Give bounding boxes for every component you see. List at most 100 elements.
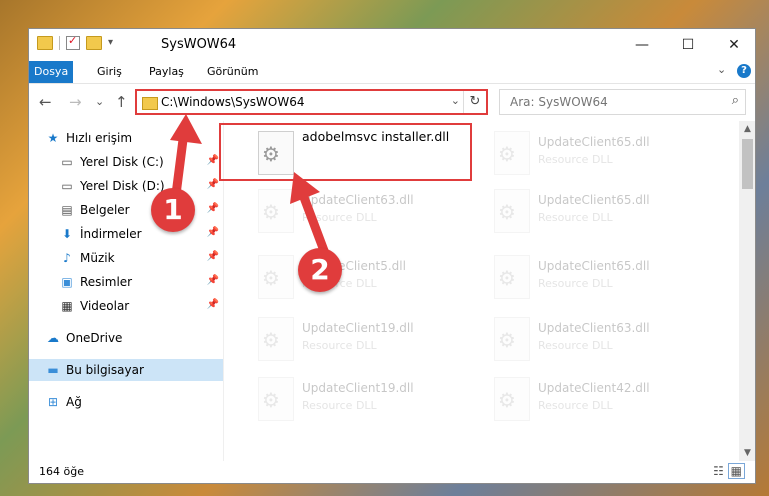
file-name: UpdateClient65.dll — [538, 193, 650, 207]
music-icon: ♪ — [63, 251, 71, 265]
file-name: UpdateClient63.dll — [538, 321, 650, 335]
gear-icon: ⚙ — [498, 142, 516, 166]
gear-icon: ⚙ — [262, 200, 280, 224]
recent-locations-button[interactable]: ⌄ — [95, 95, 104, 108]
gear-icon: ⚙ — [498, 200, 516, 224]
close-button[interactable]: ✕ — [711, 29, 755, 61]
dll-file-icon: ⚙ — [494, 377, 530, 421]
forward-button[interactable]: → — [69, 93, 82, 111]
scrollbar-thumb[interactable] — [742, 139, 753, 189]
tab-share[interactable]: Paylaş — [139, 61, 194, 83]
sidebar-item-label: Hızlı erişim — [66, 131, 133, 145]
sidebar-item-label: Bu bilgisayar — [66, 363, 144, 377]
sidebar-item-this-pc[interactable]: ▬ Bu bilgisayar — [29, 359, 223, 381]
file-type: Resource DLL — [538, 277, 613, 290]
up-button[interactable]: ↑ — [115, 93, 128, 111]
ribbon-expand-icon[interactable]: ⌄ — [717, 63, 726, 76]
scroll-down-icon[interactable]: ▼ — [739, 445, 755, 461]
help-icon[interactable]: ? — [737, 64, 751, 78]
sidebar-item-label: Videolar — [80, 299, 130, 313]
download-icon: ⬇ — [61, 227, 73, 241]
file-item[interactable]: ⚙ UpdateClient42.dll Resource DLL — [486, 371, 706, 423]
step-2-badge: 2 — [298, 248, 342, 292]
navigation-bar: ← → ⌄ ↑ C:\Windows\SysWOW64 ⌄ ↻ ⌕ — [29, 85, 755, 119]
customize-toolbar-icon[interactable]: ▾ — [108, 37, 122, 49]
details-view-icon[interactable]: ☷ — [713, 464, 724, 478]
chevron-down-icon[interactable]: ⌄ — [451, 94, 460, 107]
pin-icon[interactable]: 📌 — [207, 227, 219, 238]
ribbon: Dosya Giriş Paylaş Görünüm ⌄ ? — [29, 61, 755, 84]
dll-file-icon: ⚙ — [258, 317, 294, 361]
file-item[interactable]: ⚙ UpdateClient65.dll Resource DLL — [486, 125, 706, 177]
new-folder-icon[interactable] — [86, 36, 102, 50]
step-1-badge: 1 — [151, 188, 195, 232]
pin-icon[interactable]: 📌 — [207, 275, 219, 286]
dll-file-icon: ⚙ — [494, 189, 530, 233]
gear-icon: ⚙ — [262, 388, 280, 412]
file-type: Resource DLL — [538, 399, 613, 412]
file-name: UpdateClient65.dll — [538, 259, 650, 273]
address-path[interactable]: C:\Windows\SysWOW64 — [161, 95, 305, 109]
document-icon: ▤ — [61, 203, 73, 217]
pin-icon[interactable]: 📌 — [207, 251, 219, 262]
sidebar-item-label: Resimler — [80, 275, 133, 289]
tab-file[interactable]: Dosya — [29, 61, 73, 83]
sidebar-item-label: Belgeler — [80, 203, 130, 217]
sidebar-item-onedrive[interactable]: ☁ OneDrive — [29, 327, 223, 349]
vertical-scrollbar[interactable]: ▲ ▼ — [739, 121, 755, 461]
back-button[interactable]: ← — [39, 93, 52, 111]
file-item[interactable]: ⚙ UpdateClient19.dll Resource DLL — [250, 371, 470, 423]
sidebar-item-music[interactable]: ♪ Müzik 📌 — [29, 247, 223, 269]
sidebar-item-label: Ağ — [66, 395, 82, 409]
dll-file-icon: ⚙ — [494, 317, 530, 361]
search-icon: ⌕ — [731, 93, 739, 108]
star-icon: ★ — [47, 131, 59, 145]
tab-home[interactable]: Giriş — [87, 61, 132, 83]
folder-icon — [37, 36, 53, 50]
file-item[interactable]: ⚙ UpdateClient63.dll Resource DLL — [250, 183, 470, 235]
window-title: SysWOW64 — [161, 37, 237, 52]
sidebar-item-downloads[interactable]: ⬇ İndirmeler 📌 — [29, 223, 223, 245]
minimize-button[interactable]: — — [619, 29, 665, 61]
explorer-window: ▾ SysWOW64 — ☐ ✕ Dosya Giriş Paylaş Görü… — [28, 28, 756, 484]
search-box[interactable]: ⌕ — [499, 89, 746, 115]
pictures-icon: ▣ — [61, 275, 73, 289]
search-input[interactable] — [508, 90, 712, 114]
file-item[interactable]: ⚙ UpdateClient63.dll Resource DLL — [486, 311, 706, 363]
file-name: UpdateClient65.dll — [538, 135, 650, 149]
scroll-up-icon[interactable]: ▲ — [739, 121, 755, 137]
quick-access-toolbar: ▾ — [37, 34, 122, 50]
large-icons-view-icon[interactable]: ▦ — [727, 463, 745, 479]
gear-icon: ⚙ — [262, 328, 280, 352]
maximize-button[interactable]: ☐ — [665, 29, 711, 61]
file-name: UpdateClient19.dll — [302, 321, 414, 335]
sidebar-item-videos[interactable]: ▦ Videolar 📌 — [29, 295, 223, 317]
sidebar-item-network[interactable]: ⊞ Ağ — [29, 391, 223, 413]
file-type: Resource DLL — [538, 153, 613, 166]
dll-file-icon: ⚙ — [258, 377, 294, 421]
video-icon: ▦ — [61, 299, 73, 313]
file-type: Resource DLL — [302, 399, 377, 412]
file-item[interactable]: ⚙ UpdateClient19.dll Resource DLL — [250, 311, 470, 363]
sidebar-item-label: OneDrive — [66, 331, 123, 345]
pin-icon[interactable]: 📌 — [207, 299, 219, 310]
drive-icon: ▭ — [61, 179, 73, 193]
file-name: UpdateClient19.dll — [302, 381, 414, 395]
tab-view[interactable]: Görünüm — [197, 61, 268, 83]
file-type: Resource DLL — [538, 211, 613, 224]
file-item[interactable]: ⚙ UpdateClient5.dll Resource DLL — [250, 249, 470, 301]
file-item[interactable]: ⚙ UpdateClient65.dll Resource DLL — [486, 183, 706, 235]
gear-icon: ⚙ — [262, 266, 280, 290]
item-count: 164 öğe — [39, 465, 84, 478]
gear-icon: ⚙ — [498, 388, 516, 412]
drive-icon: ▭ — [61, 155, 73, 169]
folder-icon — [142, 97, 158, 110]
file-name: UpdateClient42.dll — [538, 381, 650, 395]
title-bar: ▾ SysWOW64 — ☐ ✕ — [29, 29, 755, 61]
file-item[interactable]: ⚙ UpdateClient65.dll Resource DLL — [486, 249, 706, 301]
properties-icon[interactable] — [66, 34, 80, 50]
sidebar-item-pictures[interactable]: ▣ Resimler 📌 — [29, 271, 223, 293]
gear-icon: ⚙ — [498, 328, 516, 352]
network-icon: ⊞ — [47, 395, 59, 409]
refresh-button[interactable]: ↻ — [463, 91, 486, 113]
